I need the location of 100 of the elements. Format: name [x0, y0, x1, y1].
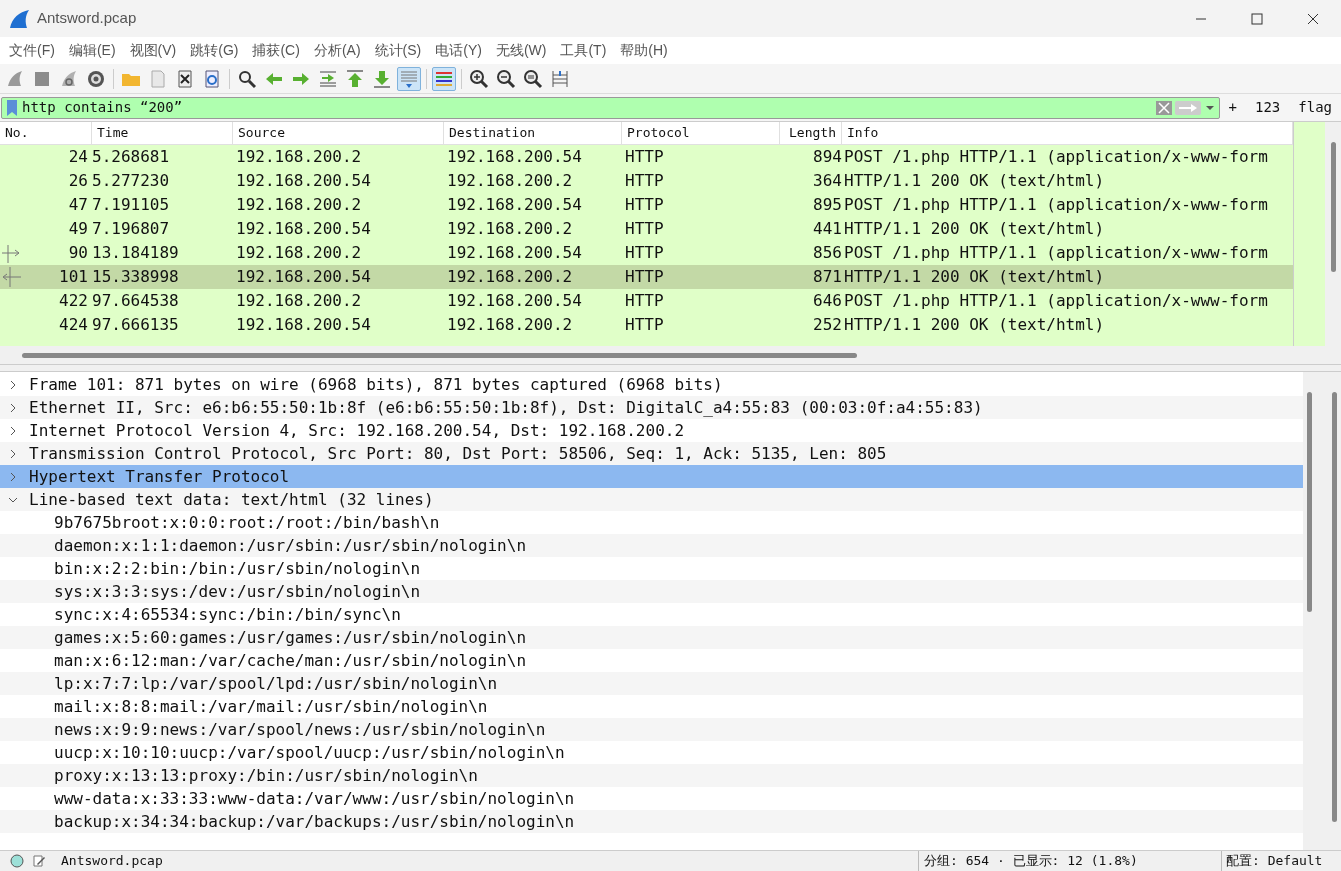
tree-row[interactable]: daemon:x:1:1:daemon:/usr/sbin:/usr/sbin/nologin\n: [0, 534, 1303, 557]
resize-columns-icon: [550, 68, 570, 89]
go-to-packet-icon: [318, 68, 338, 89]
menu-item[interactable]: 无线(W): [488, 40, 554, 61]
menu-item[interactable]: 统计(S): [367, 40, 429, 61]
table-cell-text: 192.168.200.54: [235, 266, 372, 288]
menu-item[interactable]: 分析(A): [306, 40, 368, 61]
tree-row[interactable]: news:x:9:9:news:/var/spool/news:/usr/sbin/nologin\n: [0, 718, 1303, 741]
menu-item[interactable]: 编辑(E): [61, 40, 123, 61]
fin-logo-icon: [9, 8, 31, 29]
table-cell-text: HTTP: [624, 242, 665, 264]
table-cell-text: 192.168.200.54: [446, 290, 583, 312]
settings-icon: [86, 68, 106, 89]
vertical-scrollbar[interactable]: [1303, 372, 1341, 850]
table-cell-text: 97.664538: [92, 290, 180, 312]
column-header[interactable]: Time: [92, 122, 233, 144]
menu-item[interactable]: 跳转(G): [183, 40, 246, 61]
fin-reload-icon: [59, 68, 79, 89]
table-cell-text: HTTP: [624, 290, 665, 312]
column-header[interactable]: No.: [0, 122, 92, 144]
arrow-up-icon: [345, 68, 365, 89]
table-cell-text: 424: [58, 314, 89, 336]
fin-icon: [5, 68, 25, 89]
toolbar-button[interactable]: [432, 66, 456, 91]
table-cell-text: 7.196807: [92, 218, 171, 240]
table-cell-text: 192.168.200.54: [446, 146, 583, 168]
table-cell-text: 192.168.200.2: [235, 290, 363, 312]
table-cell-text: HTTP: [624, 218, 665, 240]
autoscroll-icon: [399, 68, 419, 89]
table-cell-text: POST /1.php HTTP/1.1 (application/x-www-form: [843, 242, 1269, 264]
filter-box[interactable]: http contains “200”: [1, 96, 1220, 119]
status-circle-icon: [10, 854, 24, 868]
table-cell-text: 364: [812, 170, 842, 192]
column-header[interactable]: Protocol: [622, 122, 780, 144]
table-cell-text: 192.168.200.2: [235, 146, 363, 168]
filter-button[interactable]: 123: [1246, 97, 1290, 118]
table-cell-text: 13.184189: [92, 242, 180, 264]
table-cell-text: 252: [812, 314, 842, 336]
menu-item[interactable]: 捕获(C): [245, 40, 307, 61]
window-title: Antsword.pcap: [37, 8, 137, 29]
column-header[interactable]: Source: [233, 122, 444, 144]
packet-counts: 分组: 654 · 已显示: 12 (1.8%): [918, 851, 1221, 871]
table-cell-text: HTTP: [624, 146, 665, 168]
table-cell-text: HTTP: [624, 314, 665, 336]
zoom-in-icon: [469, 68, 489, 89]
filter-button[interactable]: flag: [1289, 97, 1341, 118]
menu-item[interactable]: 视图(V): [122, 40, 184, 61]
table-cell-text: 7.191105: [92, 194, 171, 216]
table-cell-text: HTTP: [624, 266, 665, 288]
table-cell-text: 26: [67, 170, 89, 192]
table-cell-text: 192.168.200.54: [235, 218, 372, 240]
search-icon: [237, 68, 257, 89]
table-cell-text: HTTP: [624, 194, 665, 216]
table-cell-text: HTTP/1.1 200 OK (text/html): [843, 218, 1106, 240]
menu-item[interactable]: 工具(T): [553, 40, 614, 61]
filter-field[interactable]: http contains “200”: [22, 97, 1155, 118]
table-cell-text: 192.168.200.2: [235, 194, 363, 216]
column-header[interactable]: Destination: [444, 122, 622, 144]
table-cell-text: 895: [812, 194, 842, 216]
table-cell-text: HTTP/1.1 200 OK (text/html): [843, 170, 1106, 192]
filter-button[interactable]: +: [1219, 97, 1246, 118]
tree-row[interactable]: Transmission Control Protocol, Src Port: 80, Dst Port: 58506, Seq: 1, Ack: 5135, Len: 805: [0, 442, 1303, 465]
table-cell-text: 24: [67, 146, 89, 168]
table-cell-text: 5.277230: [92, 170, 171, 192]
dropdown-caret-icon[interactable]: [1205, 105, 1214, 110]
menu-item[interactable]: 帮助(H): [613, 40, 675, 61]
close-file-icon: [175, 68, 195, 89]
edit-icon: [32, 854, 46, 868]
menu-item[interactable]: 文件(F): [2, 40, 62, 61]
table-cell-text: 15.338998: [92, 266, 180, 288]
profile-label: 配置: Default: [1221, 851, 1341, 871]
table-cell-text: POST /1.php HTTP/1.1 (application/x-www-form: [843, 290, 1269, 312]
table-cell-text: HTTP/1.1 200 OK (text/html): [843, 266, 1106, 288]
menu-item[interactable]: 电话(Y): [428, 40, 489, 61]
tree-row[interactable]: games:x:5:60:games:/usr/games:/usr/sbin/nologin\n: [0, 626, 1303, 649]
tree-row[interactable]: backup:x:34:34:backup:/var/backups:/usr/sbin/nologin\n: [0, 810, 1303, 833]
tree-row[interactable]: Ethernet II, Src: e6:b6:55:50:1b:8f (e6:b6:55:50:1b:8f), Dst: DigitalC_a4:55:83 (00:03:0f:a4:55:83): [0, 396, 1303, 419]
reload-icon: [202, 68, 222, 89]
table-cell-text: 192.168.200.54: [235, 314, 372, 336]
table-cell-text: HTTP/1.1 200 OK (text/html): [843, 314, 1106, 336]
table-cell-text: 192.168.200.2: [446, 218, 574, 240]
table-cell-text: 192.168.200.54: [446, 194, 583, 216]
table-cell-text: POST /1.php HTTP/1.1 (application/x-www-form: [843, 146, 1269, 168]
table-cell-text: 101: [58, 266, 89, 288]
tree-row[interactable]: sys:x:3:3:sys:/dev:/usr/sbin/nologin\n: [0, 580, 1303, 603]
document-icon: [148, 68, 168, 89]
table-cell-text: 192.168.200.54: [446, 242, 583, 264]
file-name: Antsword.pcap: [61, 852, 164, 871]
tree-row[interactable]: proxy:x:13:13:proxy:/bin:/usr/sbin/nologin\n: [0, 764, 1303, 787]
tree-row[interactable]: Hypertext Transfer Protocol: [0, 465, 1303, 488]
maximize-icon: [1251, 12, 1263, 25]
table-cell-text: 192.168.200.2: [446, 266, 574, 288]
zoom-out-icon: [496, 68, 516, 89]
packet-row[interactable]: 101 15.338998 192.168.200.54 192.168.200.2 HTTP 871 HTTP/1.1 200 OK (text/html): [0, 265, 1293, 289]
clear-icon: [1154, 99, 1173, 116]
bookmark-icon[interactable]: [5, 98, 19, 117]
column-header[interactable]: Length: [780, 122, 842, 144]
tree-row[interactable]: lp:x:7:7:lp:/var/spool/lpd:/usr/sbin/nologin\n: [0, 672, 1303, 695]
table-cell-text: 47: [67, 194, 89, 216]
tree-row[interactable]: Line-based text data: text/html (32 lines): [0, 488, 1303, 511]
